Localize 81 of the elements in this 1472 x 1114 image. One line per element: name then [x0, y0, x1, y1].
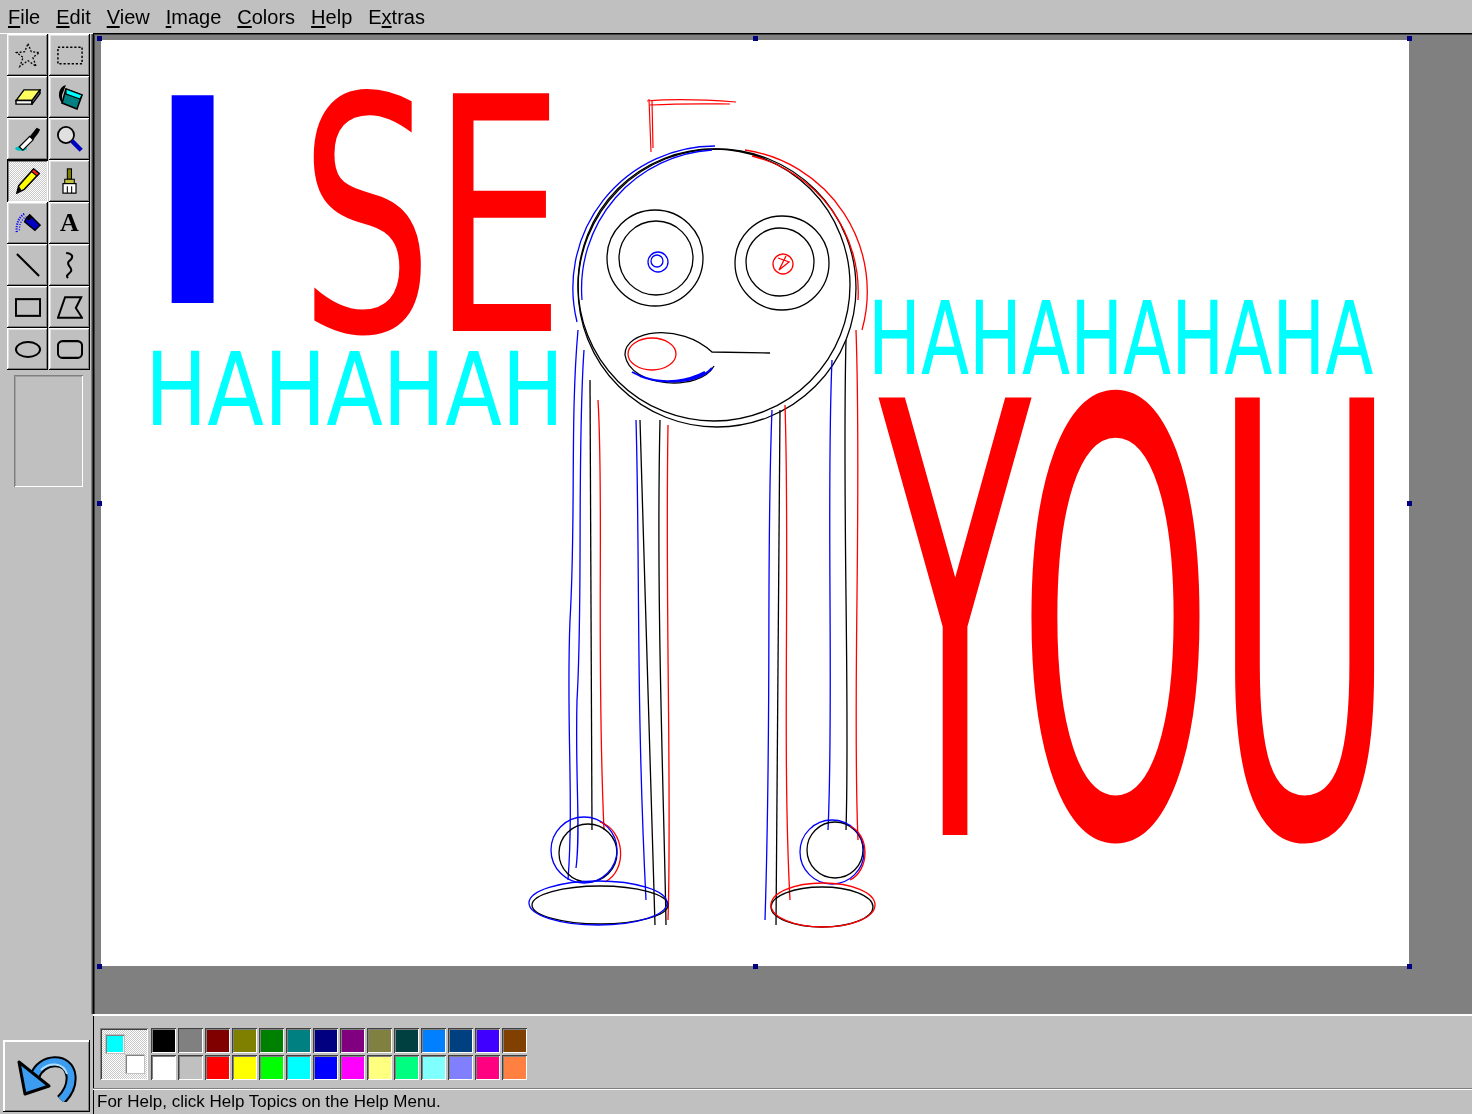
magnifier-icon [56, 126, 83, 152]
tool-button[interactable] [7, 118, 48, 160]
menu-item[interactable]: Help [303, 2, 361, 31]
background-color-swatch[interactable] [125, 1054, 145, 1074]
handwritten-text: HAHAHAHAHA [868, 298, 1374, 380]
menu-item[interactable]: File [0, 2, 49, 31]
color-swatch[interactable] [367, 1028, 392, 1053]
text-tool-icon: A [60, 212, 79, 234]
color-swatch[interactable] [421, 1028, 446, 1053]
tool-button[interactable] [49, 286, 90, 328]
undo-button[interactable] [3, 1040, 90, 1112]
color-swatch[interactable] [502, 1055, 527, 1080]
color-swatch[interactable] [178, 1055, 203, 1080]
tool-button[interactable] [49, 160, 90, 202]
color-swatch[interactable] [367, 1055, 392, 1080]
tool-button[interactable] [49, 328, 90, 370]
color-swatch[interactable] [151, 1028, 176, 1053]
color-swatch[interactable] [313, 1028, 338, 1053]
color-swatch[interactable] [394, 1055, 419, 1080]
resize-handle[interactable] [1407, 501, 1412, 506]
eyedropper-icon [14, 126, 41, 152]
resize-handle[interactable] [753, 964, 758, 969]
tool-button[interactable] [7, 286, 48, 328]
tool-button[interactable] [7, 202, 48, 244]
tool-button[interactable] [49, 244, 90, 286]
diagonal-line-icon [15, 253, 40, 277]
handwritten-text: I [130, 90, 256, 318]
resize-handle[interactable] [97, 964, 102, 969]
paint-bucket-icon [56, 84, 83, 110]
resize-handle[interactable] [97, 501, 102, 506]
menu-item[interactable]: Edit [48, 2, 99, 31]
tool-button[interactable]: A [49, 202, 90, 244]
resize-handle[interactable] [1407, 964, 1412, 969]
color-swatch[interactable] [340, 1028, 365, 1053]
resize-handle[interactable] [1407, 36, 1412, 41]
foreground-color-swatch[interactable] [105, 1034, 125, 1054]
status-text: For Help, click Help Topics on the Help Menu. [97, 1092, 441, 1112]
resize-handle[interactable] [753, 36, 758, 41]
color-swatch[interactable] [313, 1055, 338, 1080]
eraser-icon [14, 89, 41, 105]
menu-item[interactable]: Extras [360, 2, 433, 31]
color-swatch[interactable] [475, 1028, 500, 1053]
color-swatch[interactable] [475, 1055, 500, 1080]
color-swatch[interactable] [502, 1028, 527, 1053]
color-swatch[interactable] [151, 1055, 176, 1080]
curve-icon [64, 251, 75, 279]
color-swatch[interactable] [259, 1028, 284, 1053]
color-swatch[interactable] [394, 1028, 419, 1053]
color-swatch[interactable] [286, 1028, 311, 1053]
polygon-icon [56, 295, 83, 319]
color-swatch[interactable] [232, 1028, 257, 1053]
handwritten-text: YOU [879, 388, 1396, 868]
handwritten-text: HAHAHAH [145, 350, 565, 431]
color-swatch[interactable] [286, 1055, 311, 1080]
color-swatch[interactable] [205, 1028, 230, 1053]
menu-item[interactable]: Image [157, 2, 230, 31]
paintbrush-icon [62, 168, 77, 194]
tool-button[interactable] [7, 244, 48, 286]
color-swatch[interactable] [259, 1055, 284, 1080]
tool-button[interactable] [7, 76, 48, 118]
menu-item[interactable]: View [98, 2, 158, 31]
spray-can-icon [14, 213, 41, 233]
tool-button[interactable] [49, 118, 90, 160]
resize-handle[interactable] [97, 36, 102, 41]
color-swatch[interactable] [178, 1028, 203, 1053]
color-swatch[interactable] [448, 1055, 473, 1080]
dashed-star-icon [14, 42, 41, 68]
tool-button[interactable] [49, 34, 90, 76]
pencil-icon [14, 168, 41, 194]
handwritten-text: SE [300, 88, 565, 349]
tool-button[interactable] [7, 34, 48, 76]
color-swatch[interactable] [340, 1055, 365, 1080]
color-swatch[interactable] [232, 1055, 257, 1080]
color-swatch[interactable] [448, 1028, 473, 1053]
color-swatch[interactable] [421, 1055, 446, 1080]
tool-button[interactable] [49, 76, 90, 118]
menu-item[interactable]: Colors [229, 2, 304, 31]
color-swatch[interactable] [205, 1055, 230, 1080]
dashed-rectangle-icon [56, 45, 83, 65]
tool-button[interactable] [7, 160, 48, 202]
tool-button[interactable] [7, 328, 48, 370]
